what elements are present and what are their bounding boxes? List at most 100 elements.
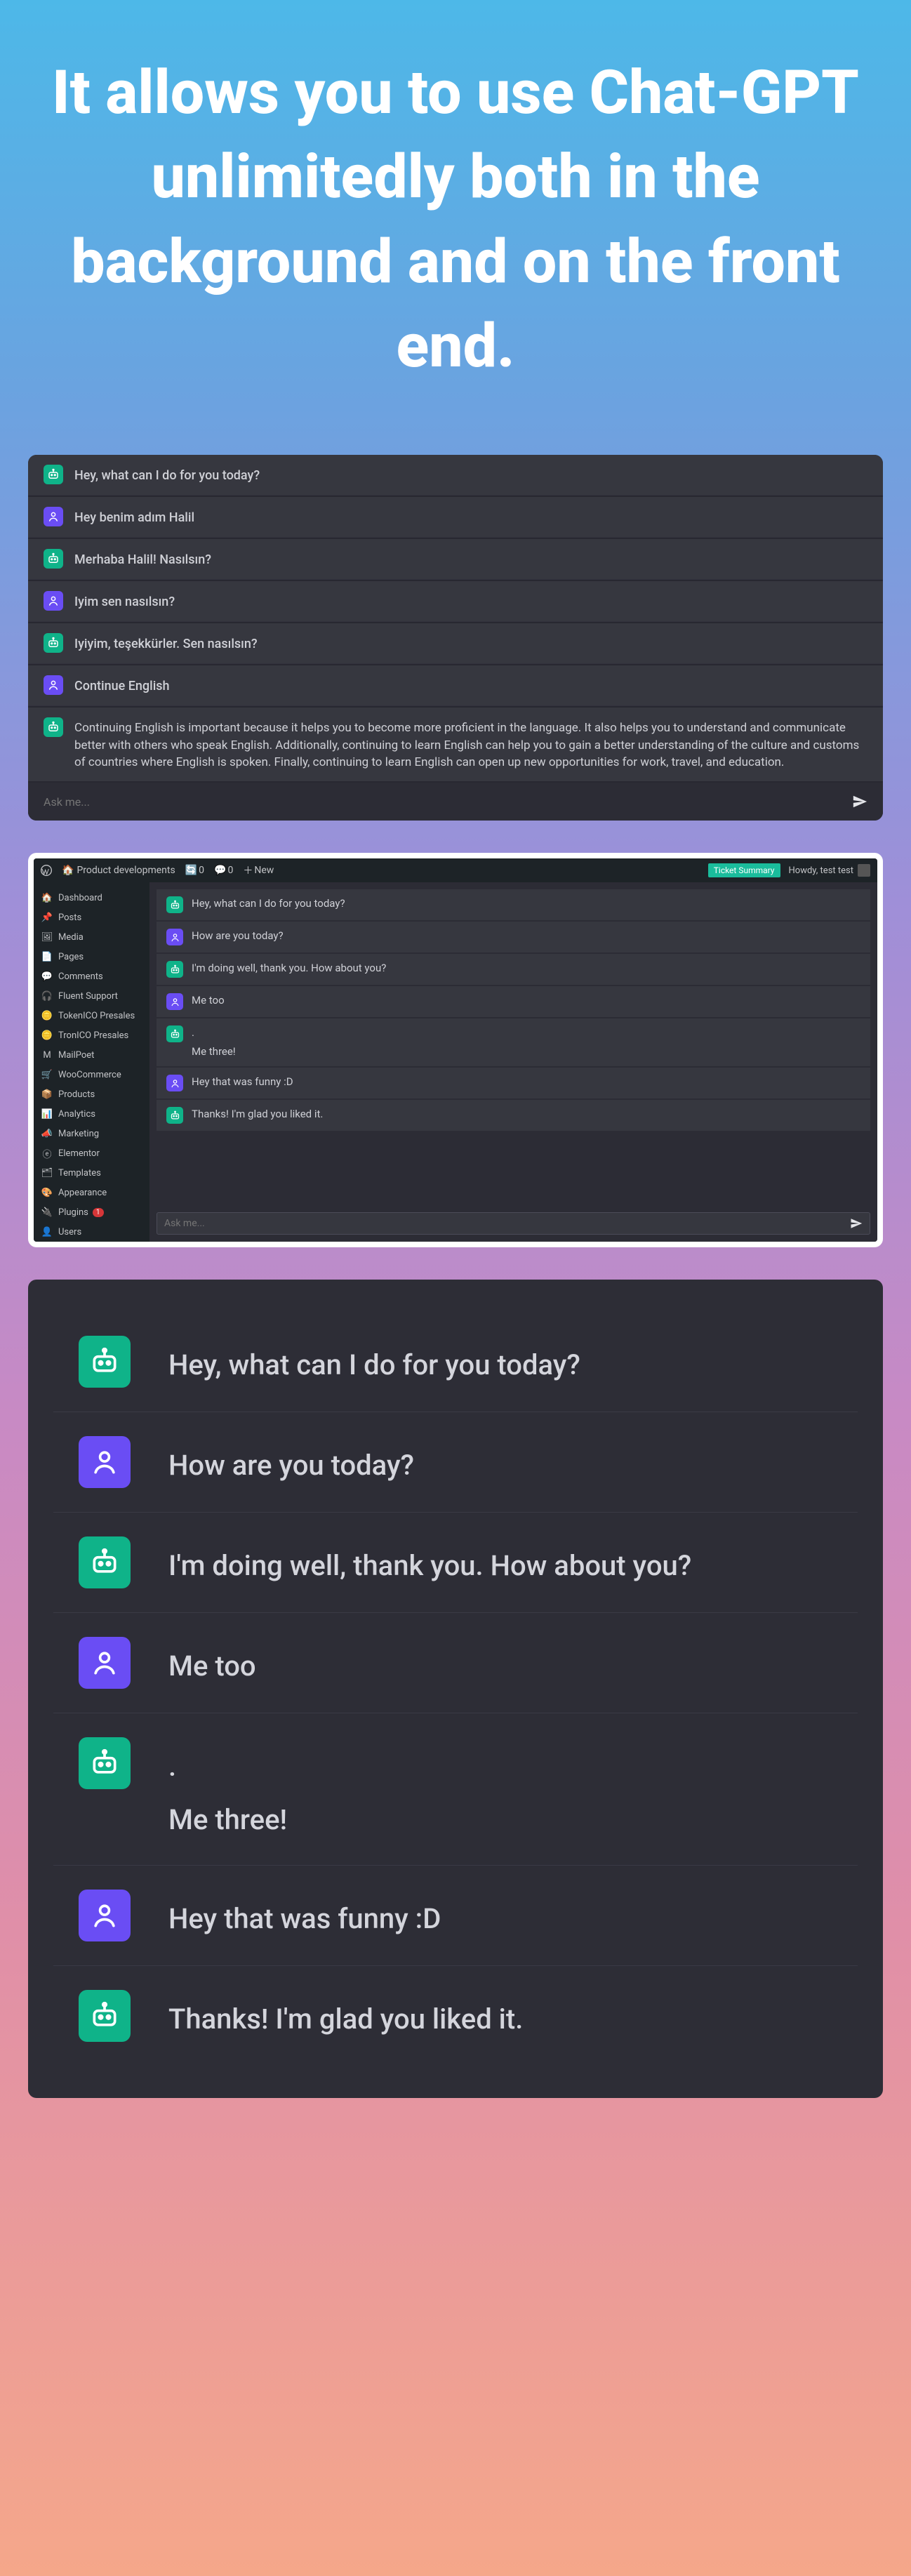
hero-title: It allows you to use Chat-GPT unlimitedl…: [48, 51, 863, 389]
wp-logo-icon[interactable]: [41, 865, 52, 876]
sidebar-item-plugins[interactable]: 🔌Plugins1: [34, 1202, 149, 1222]
chat-row: How are you today?: [157, 922, 870, 952]
menu-icon: 📊: [41, 1109, 53, 1120]
sidebar-item-label: MailPoet: [58, 1050, 94, 1061]
chat-row: I'm doing well, thank you. How about you…: [53, 1513, 858, 1613]
chat-row: Hey, what can I do for you today?: [28, 455, 883, 496]
chat-input-bar: [28, 783, 883, 821]
menu-icon: 👤: [41, 1227, 53, 1237]
menu-icon: M: [41, 1050, 53, 1061]
updates-icon[interactable]: 🔄 0: [185, 865, 204, 876]
chat-row: I'm doing well, thank you. How about you…: [157, 954, 870, 985]
sidebar-item-media[interactable]: 🖼Media: [34, 927, 149, 947]
sidebar-item-label: Comments: [58, 971, 103, 982]
sidebar-item-tronico-presales[interactable]: 🪙TronICO Presales: [34, 1025, 149, 1045]
sidebar-item-label: Posts: [58, 912, 81, 923]
bot-avatar-icon: [166, 1107, 183, 1124]
menu-icon: 🪙: [41, 1011, 53, 1021]
chat-row: Thanks! I'm glad you liked it.: [53, 1966, 858, 2066]
chat-message-text: Hey, what can I do for you today?: [192, 896, 345, 911]
chat-message-text: .Me three!: [192, 1025, 236, 1059]
chat-message-text: Continuing English is important because …: [74, 717, 867, 771]
update-badge: 1: [93, 1208, 104, 1217]
chat-row: Me too: [157, 986, 870, 1017]
sidebar-item-elementor[interactable]: ⓔ Elementor: [34, 1143, 149, 1163]
menu-icon: 📦: [41, 1089, 53, 1100]
sidebar-item-templates[interactable]: 🗂Templates: [34, 1163, 149, 1183]
chat-message-text: I'm doing well, thank you. How about you…: [192, 961, 386, 976]
sidebar-item-label: Dashboard: [58, 893, 102, 903]
site-name-link[interactable]: 🏠 Product developments: [62, 865, 175, 876]
chat-row: Hey that was funny :D: [157, 1068, 870, 1098]
chat-message-text: Hey that was funny :D: [168, 1890, 441, 1940]
sidebar-item-label: Pages: [58, 952, 84, 962]
chat-message-text: Thanks! I'm glad you liked it.: [192, 1107, 323, 1122]
sidebar-item-pages[interactable]: 📄Pages: [34, 947, 149, 967]
menu-icon: ⓔ: [41, 1147, 53, 1160]
wp-chat-input[interactable]: [164, 1218, 850, 1229]
user-avatar-icon: [166, 1075, 183, 1091]
new-link[interactable]: ＋ New: [243, 863, 274, 877]
sidebar-item-label: Elementor: [58, 1148, 100, 1159]
chat-row: Me too: [53, 1613, 858, 1713]
bot-avatar-icon: [79, 1536, 131, 1588]
sidebar-item-dashboard[interactable]: 🏠Dashboard: [34, 888, 149, 908]
chat-message-text: I'm doing well, thank you. How about you…: [168, 1536, 691, 1587]
chat-message-text: Iyim sen nasılsın?: [74, 591, 175, 611]
sidebar-item-label: Analytics: [58, 1109, 95, 1120]
bot-avatar-icon: [44, 465, 63, 484]
chat-message-text: Me too: [192, 993, 225, 1008]
wp-chat-input-bar: [157, 1212, 870, 1235]
sidebar-item-label: Products: [58, 1089, 95, 1100]
chat-message-text: Me too: [168, 1637, 256, 1687]
sidebar-item-posts[interactable]: 📌Posts: [34, 908, 149, 927]
chat-message-text: How are you today?: [168, 1436, 414, 1487]
bot-avatar-icon: [44, 549, 63, 569]
sidebar-item-analytics[interactable]: 📊 Analytics: [34, 1104, 149, 1124]
chat-message-text: .Me three!: [168, 1737, 287, 1841]
send-icon[interactable]: [852, 794, 867, 809]
chat-message-text: Hey that was funny :D: [192, 1075, 293, 1089]
bot-avatar-icon: [79, 1737, 131, 1789]
comments-icon[interactable]: 💬 0: [214, 865, 233, 876]
chat-input[interactable]: [44, 795, 852, 809]
sidebar-item-marketing[interactable]: 📣 Marketing: [34, 1124, 149, 1143]
chat-message-text: Continue English: [74, 675, 170, 696]
chat-row: Hey that was funny :D: [53, 1866, 858, 1966]
sidebar-item-products[interactable]: 📦 Products: [34, 1084, 149, 1104]
user-avatar-icon: [44, 507, 63, 526]
sidebar-item-tokenico-presales[interactable]: 🪙 TokenICO Presales: [34, 1006, 149, 1025]
user-avatar-icon: [44, 675, 63, 695]
menu-icon: 🛒: [41, 1070, 53, 1080]
sidebar-item-mailpoet[interactable]: M MailPoet: [34, 1045, 149, 1065]
chat-message-text: Hey benim adım Halil: [74, 507, 194, 527]
bot-avatar-icon: [44, 717, 63, 737]
sidebar-item-label: Marketing: [58, 1129, 99, 1139]
sidebar-item-appearance[interactable]: 🎨Appearance: [34, 1183, 149, 1202]
chat-row: Merhaba Halil! Nasılsın?: [28, 539, 883, 580]
chat-row: .Me three!: [157, 1018, 870, 1066]
sidebar-item-label: Users: [58, 1227, 81, 1237]
bot-avatar-icon: [166, 1025, 183, 1042]
wp-adminbar: 🏠 Product developments 🔄 0 💬 0 ＋ New Tic…: [34, 858, 877, 882]
chat-row: Iyim sen nasılsın?: [28, 581, 883, 622]
user-avatar-icon: [79, 1436, 131, 1488]
howdy-link[interactable]: Howdy, test test: [789, 864, 871, 877]
chat-row: Hey, what can I do for you today?: [157, 889, 870, 920]
chat-message-text: Hey, what can I do for you today?: [168, 1336, 580, 1386]
sidebar-item-users[interactable]: 👤 Users: [34, 1222, 149, 1242]
sidebar-item-label: TokenICO Presales: [58, 1011, 135, 1021]
sidebar-item-woocommerce[interactable]: 🛒WooCommerce: [34, 1065, 149, 1084]
menu-icon: 🖼: [41, 932, 53, 943]
menu-icon: 🔌: [41, 1207, 53, 1218]
sidebar-item-comments[interactable]: 💬Comments: [34, 967, 149, 986]
chat-row: Iyiyim, teşekkürler. Sen nasılsın?: [28, 623, 883, 664]
wp-admin-panel: 🏠 Product developments 🔄 0 💬 0 ＋ New Tic…: [28, 853, 883, 1247]
send-icon[interactable]: [850, 1217, 863, 1230]
menu-icon: 📣: [41, 1129, 53, 1139]
user-avatar-icon: [44, 591, 63, 611]
user-avatar-icon: [79, 1890, 131, 1941]
sidebar-item-fluent-support[interactable]: 🎧Fluent Support: [34, 986, 149, 1006]
chat-message-text: Hey, what can I do for you today?: [74, 465, 260, 485]
ticket-summary-badge[interactable]: Ticket Summary: [708, 863, 780, 877]
